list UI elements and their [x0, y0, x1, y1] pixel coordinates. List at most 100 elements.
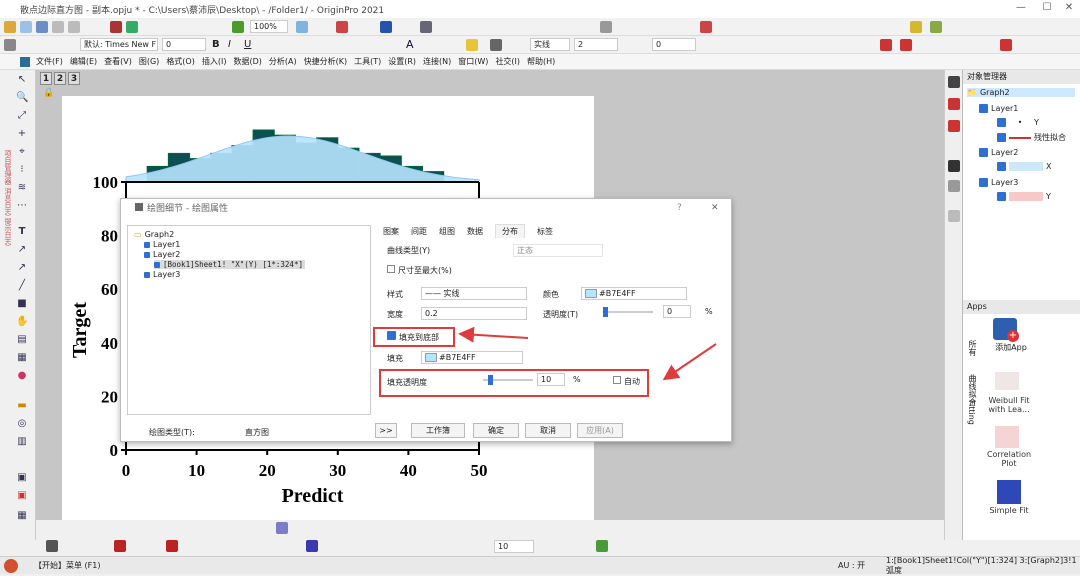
- addon-icon[interactable]: [930, 21, 942, 33]
- rescale-icon[interactable]: [948, 120, 960, 132]
- rectangle-tool-icon[interactable]: ■: [16, 298, 28, 310]
- tab-group[interactable]: 组图: [439, 226, 455, 237]
- om-graph[interactable]: 📁 Graph2: [967, 88, 1075, 97]
- tab-distribution[interactable]: 分布: [495, 224, 525, 238]
- menu-item-10[interactable]: 设置(R): [388, 56, 416, 67]
- menu-item-3[interactable]: 图(G): [139, 56, 159, 67]
- plot3d-icon[interactable]: [276, 522, 288, 534]
- save-icon[interactable]: [36, 21, 48, 33]
- draw-data-icon[interactable]: ≋: [16, 182, 28, 194]
- minimize-icon[interactable]: —: [1014, 2, 1028, 16]
- column-chart-icon[interactable]: [600, 21, 612, 33]
- transparency-slider[interactable]: [603, 307, 653, 317]
- style-select[interactable]: —— 实线: [421, 287, 527, 300]
- menu-item-11[interactable]: 连接(N): [423, 56, 451, 67]
- cursor-icon[interactable]: +: [16, 128, 28, 140]
- tree-graph[interactable]: ▭ Graph2: [134, 230, 174, 239]
- image-icon[interactable]: ▦: [16, 352, 28, 364]
- menu-item-5[interactable]: 插入(I): [202, 56, 227, 67]
- menu-item-4[interactable]: 格式(O): [166, 56, 195, 67]
- code-builder-icon[interactable]: [420, 21, 432, 33]
- rotate-icon[interactable]: [948, 160, 960, 172]
- fill-size-select[interactable]: 0: [652, 38, 696, 51]
- close-icon[interactable]: ✕: [1062, 2, 1076, 16]
- menu-item-7[interactable]: 分析(A): [269, 56, 297, 67]
- app-icon[interactable]: [910, 21, 922, 33]
- weibull-fit-icon[interactable]: [995, 372, 1019, 390]
- curve-type-select[interactable]: 正态: [513, 244, 603, 257]
- format-icon[interactable]: [4, 39, 16, 51]
- menu-item-2[interactable]: 查看(V): [104, 56, 132, 67]
- checkbox-icon[interactable]: [997, 118, 1006, 127]
- table-icon[interactable]: ▥: [16, 436, 28, 448]
- region-icon[interactable]: ⋯: [16, 200, 28, 212]
- graph-icon[interactable]: ▤: [16, 334, 28, 346]
- underline-icon[interactable]: U: [244, 39, 251, 50]
- scale-icon[interactable]: ⤢: [16, 110, 28, 122]
- menu-item-14[interactable]: 帮助(H): [527, 56, 555, 67]
- line-style-select[interactable]: 实线: [530, 38, 570, 51]
- correlation-plot-icon[interactable]: [995, 426, 1019, 448]
- om-layer1[interactable]: Layer1: [979, 104, 1018, 113]
- layer2-icon[interactable]: [900, 39, 912, 51]
- color-bar-icon[interactable]: ▬: [16, 400, 28, 412]
- line-width-select[interactable]: 2: [574, 38, 618, 51]
- om-layer3-y[interactable]: Y: [997, 192, 1051, 201]
- mask-icon[interactable]: [700, 21, 712, 33]
- zoom-select[interactable]: 100%: [250, 20, 288, 33]
- open-icon[interactable]: [20, 21, 32, 33]
- simple-fit-label[interactable]: Simple Fit: [981, 506, 1037, 515]
- checkbox-icon[interactable]: [979, 148, 988, 157]
- circle-icon[interactable]: ◎: [16, 418, 28, 430]
- font-size-select[interactable]: 0: [162, 38, 206, 51]
- fill-select[interactable]: #B7E4FF: [421, 351, 523, 364]
- layer-tab-1[interactable]: 1: [40, 72, 52, 85]
- tree-layer1[interactable]: Layer1: [144, 240, 180, 249]
- recalc-icon[interactable]: [232, 21, 244, 33]
- new-project-icon[interactable]: [4, 21, 16, 33]
- checkbox-icon[interactable]: [387, 265, 395, 273]
- color-select[interactable]: #B7E4FF: [581, 287, 687, 300]
- group-icon[interactable]: [596, 540, 608, 552]
- dialog-close-icon[interactable]: ✕: [711, 203, 719, 213]
- menu-item-13[interactable]: 社交(I): [495, 56, 520, 67]
- column-plot-icon[interactable]: [114, 540, 126, 552]
- correlation-plot-label[interactable]: Correlation Plot: [981, 450, 1037, 468]
- italic-icon[interactable]: I: [228, 39, 231, 50]
- pointer-icon[interactable]: ↖: [16, 74, 28, 86]
- width-input[interactable]: 0.2: [421, 307, 527, 320]
- transparency-input[interactable]: 0: [663, 305, 691, 318]
- zoom-tool-icon[interactable]: 🔍: [16, 92, 28, 104]
- om-layer1-fit[interactable]: 残性拟合: [997, 132, 1066, 143]
- curved-arrow-icon[interactable]: ↗: [16, 262, 28, 274]
- size-max-row[interactable]: 尺寸至最大(%): [387, 265, 452, 276]
- grid-icon[interactable]: [948, 210, 960, 222]
- om-layer2-x[interactable]: X: [997, 162, 1051, 171]
- bold-icon[interactable]: B: [212, 39, 220, 50]
- more-button[interactable]: >>: [375, 423, 397, 438]
- plot-icon[interactable]: [948, 180, 960, 192]
- checkbox-icon[interactable]: [979, 104, 988, 113]
- layer-tab-2[interactable]: 2: [54, 72, 66, 85]
- apps-tab-all[interactable]: 所有: [967, 340, 978, 356]
- object-icon[interactable]: ●: [16, 370, 28, 382]
- tab-spacing[interactable]: 间距: [411, 226, 427, 237]
- line-tool-icon[interactable]: ╱: [16, 280, 28, 292]
- checkbox-icon[interactable]: [979, 178, 988, 187]
- cancel-button[interactable]: 取消: [525, 423, 571, 438]
- tree-plot[interactable]: [Book1]Sheet1! "X"(Y) [1*:324*]: [154, 260, 305, 269]
- new-graph-icon[interactable]: [68, 21, 80, 33]
- weibull-fit-label[interactable]: Weibull Fit with Lea...: [981, 396, 1037, 414]
- side-tabs[interactable]: 项目管理器 消息日志 提示日志: [1, 150, 13, 330]
- results-log-icon[interactable]: [336, 21, 348, 33]
- new-workbook-icon[interactable]: [52, 21, 64, 33]
- workbook-button[interactable]: 工作簿: [411, 423, 465, 438]
- checkbox-icon[interactable]: [997, 133, 1006, 142]
- start-icon[interactable]: [4, 558, 18, 573]
- command-window-icon[interactable]: [380, 21, 392, 33]
- layer-icon[interactable]: [880, 39, 892, 51]
- hand-icon[interactable]: ✋: [16, 316, 28, 328]
- refresh-icon[interactable]: [126, 21, 138, 33]
- tab-pattern[interactable]: 图案: [383, 226, 399, 237]
- layer-tab-3[interactable]: 3: [68, 72, 80, 85]
